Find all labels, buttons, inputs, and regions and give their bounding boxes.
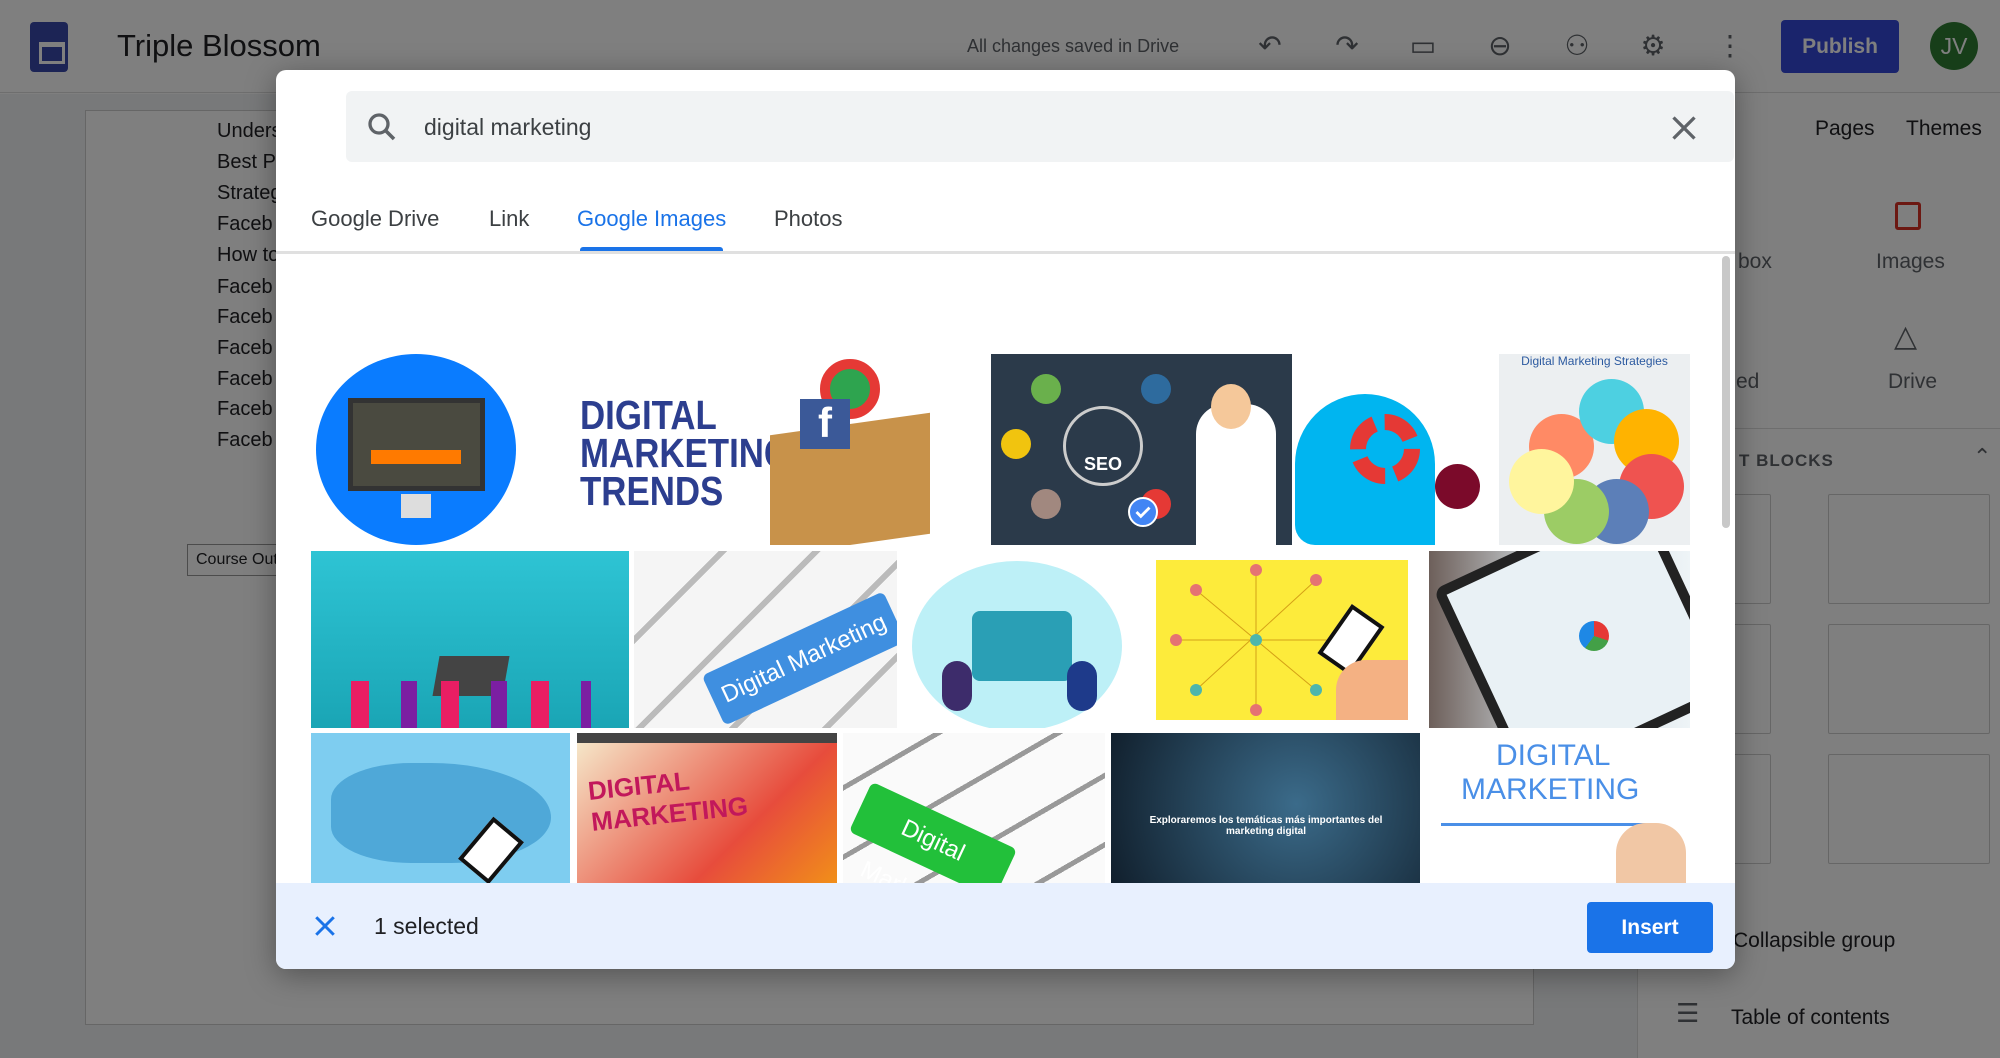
tab-photos[interactable]: Photos bbox=[774, 206, 843, 232]
tab-link[interactable]: Link bbox=[489, 206, 529, 232]
image-result[interactable]: Digital Marketing bbox=[634, 551, 897, 728]
image-result[interactable]: Digital Marketing bbox=[843, 733, 1105, 883]
image-result[interactable]: DIGITAL MARKETING bbox=[577, 733, 837, 883]
image-result[interactable] bbox=[902, 551, 1135, 728]
tab-google-drive[interactable]: Google Drive bbox=[311, 206, 439, 232]
image-result[interactable] bbox=[1295, 354, 1486, 545]
image-result[interactable]: DIGITAL MARKETING TRENDS f bbox=[580, 354, 944, 545]
search-icon bbox=[368, 113, 396, 141]
search-bar bbox=[346, 91, 1734, 162]
close-icon[interactable] bbox=[1666, 110, 1702, 146]
clear-selection-icon[interactable] bbox=[310, 911, 340, 941]
insert-image-dialog: Google Drive Link Google Images Photos D… bbox=[276, 70, 1735, 969]
image-result[interactable] bbox=[1429, 551, 1690, 728]
insert-button[interactable]: Insert bbox=[1587, 902, 1713, 953]
image-result[interactable] bbox=[311, 733, 570, 883]
image-result[interactable]: Digital Marketing Strategies bbox=[1499, 354, 1690, 545]
image-result[interactable]: DIGITAL MARKETING bbox=[1426, 733, 1690, 883]
image-results-grid: DIGITAL MARKETING TRENDS f SEO Digital M… bbox=[276, 254, 1735, 883]
selected-check-icon[interactable] bbox=[1128, 497, 1158, 527]
tab-google-images[interactable]: Google Images bbox=[577, 206, 726, 232]
image-result-selected[interactable] bbox=[1156, 560, 1408, 720]
image-result[interactable] bbox=[311, 551, 629, 728]
image-result[interactable]: Exploraremos los temáticas más important… bbox=[1111, 733, 1420, 883]
selection-count: 1 selected bbox=[374, 913, 479, 939]
scrollbar[interactable] bbox=[1722, 256, 1730, 528]
image-result[interactable] bbox=[311, 354, 517, 545]
search-input[interactable] bbox=[424, 105, 1324, 149]
selection-footer: 1 selected Insert bbox=[276, 883, 1735, 969]
